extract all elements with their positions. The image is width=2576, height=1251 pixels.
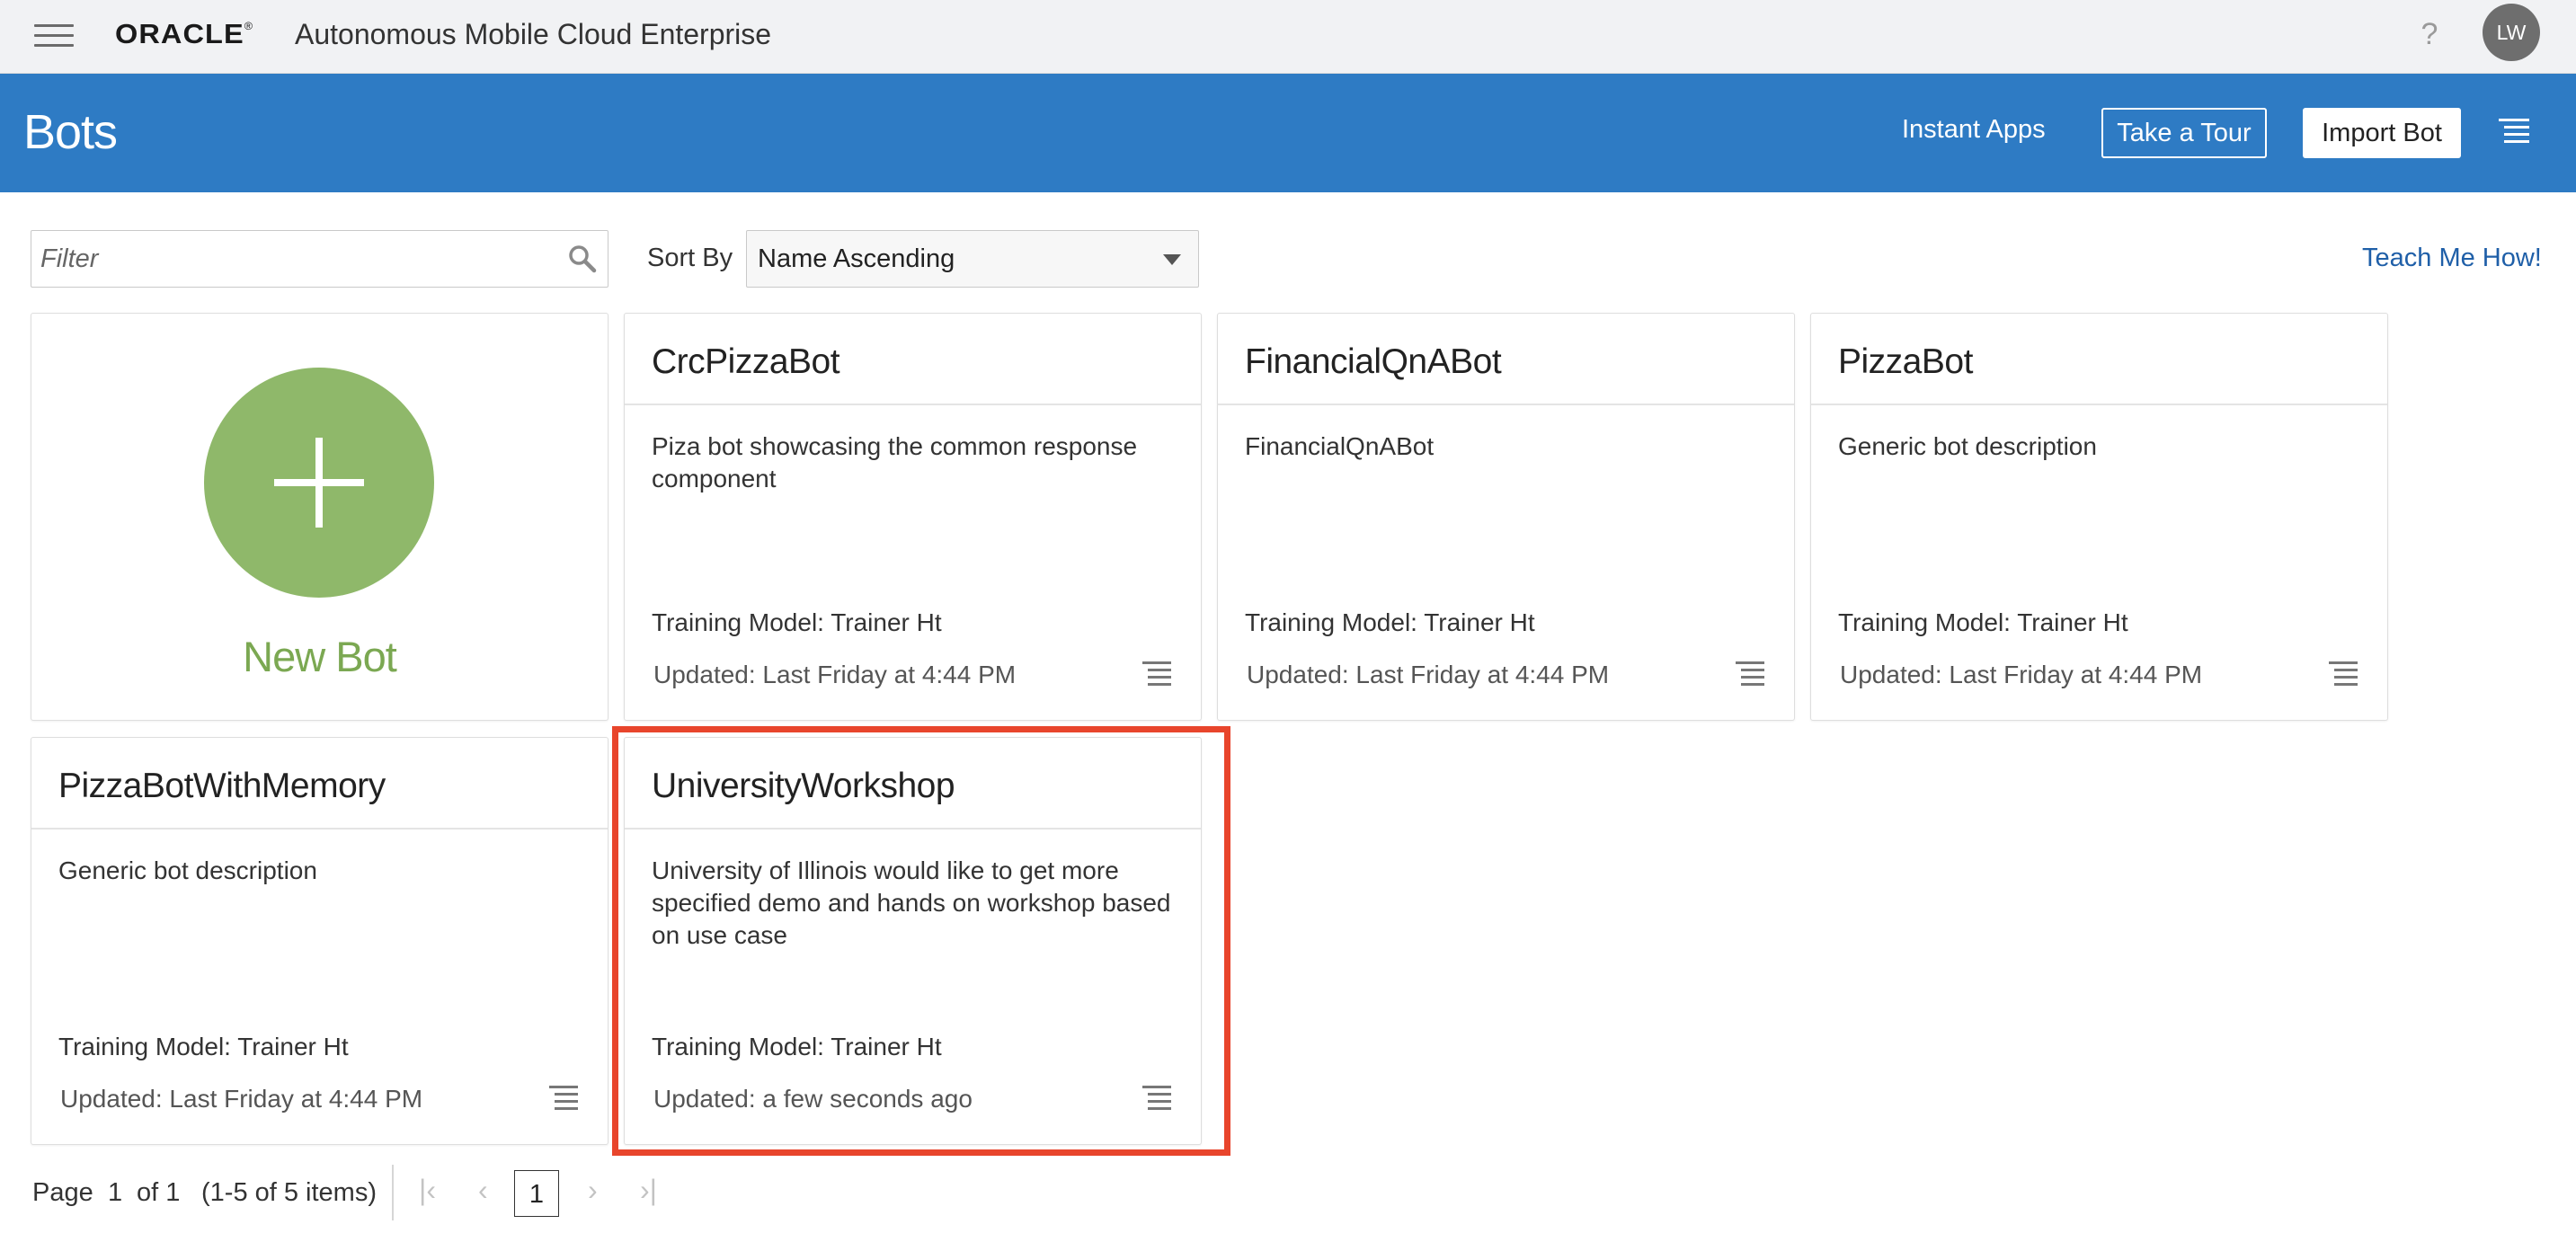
instant-apps-link[interactable]: Instant Apps [1902,115,2046,145]
bot-training-model: Training Model: Trainer Ht [652,608,942,636]
filter-field[interactable] [31,230,608,288]
filter-input[interactable] [40,238,544,279]
card-menu-icon[interactable] [549,1084,582,1113]
page-header: Bots Instant Apps Take a Tour Import Bot [0,74,2576,192]
list-menu-icon[interactable] [2499,117,2535,146]
card-menu-icon[interactable] [1142,660,1175,688]
current-page-button[interactable]: 1 [514,1170,559,1217]
bot-card[interactable]: CrcPizzaBot Piza bot showcasing the comm… [624,313,1202,721]
top-bar: ORACLE® Autonomous Mobile Cloud Enterpri… [0,0,2576,74]
bot-training-model: Training Model: Trainer Ht [1838,608,2128,636]
first-page-icon[interactable]: |‹ [419,1174,436,1207]
pagination-divider [392,1165,394,1220]
card-menu-icon[interactable] [1736,660,1768,688]
new-bot-label: New Bot [243,633,397,680]
card-divider [625,404,1201,405]
search-icon[interactable] [567,244,598,274]
previous-page-icon[interactable]: ‹ [478,1174,488,1207]
last-page-icon[interactable]: ›| [640,1174,657,1207]
pagination-items-summary: (1-5 of 5 items) [201,1178,377,1207]
bot-description: University of Illinois would like to get… [652,856,1171,949]
bot-updated: Updated: Last Friday at 4:44 PM [60,1085,423,1113]
user-avatar[interactable]: LW [2483,4,2540,61]
app-title: Autonomous Mobile Cloud Enterprise [295,18,772,50]
card-menu-icon[interactable] [1142,1084,1175,1113]
bot-name[interactable]: CrcPizzaBot [652,342,840,382]
bot-updated: Updated: a few seconds ago [653,1085,973,1113]
bot-card[interactable]: PizzaBotWithMemory Generic bot descripti… [31,737,608,1145]
bot-name[interactable]: PizzaBot [1838,342,1973,382]
oracle-logo: ORACLE® [115,18,254,49]
next-page-icon[interactable]: › [588,1174,598,1207]
bot-description: FinancialQnABot [1245,432,1435,460]
card-divider [625,828,1201,830]
add-bot-icon[interactable] [204,368,434,598]
new-bot-card[interactable]: New Bot [31,313,608,721]
help-icon[interactable]: ? [2414,14,2445,54]
bot-card[interactable]: UniversityWorkshop University of Illinoi… [624,737,1202,1145]
chevron-down-icon [1163,254,1181,265]
import-bot-button[interactable]: Import Bot [2303,108,2461,158]
teach-me-how-link[interactable]: Teach Me How! [2362,244,2542,273]
page-title: Bots [23,105,118,159]
bot-description: Piza bot showcasing the common response … [652,432,1138,492]
bot-training-model: Training Model: Trainer Ht [652,1033,942,1060]
sort-by-select[interactable]: Name Ascending [746,230,1199,288]
card-divider [31,828,608,830]
bot-card[interactable]: FinancialQnABot FinancialQnABot Training… [1217,313,1795,721]
bot-name[interactable]: FinancialQnABot [1245,342,1502,382]
pagination-of-pages: of 1 [137,1178,181,1207]
bot-card[interactable]: PizzaBot Generic bot description Trainin… [1810,313,2388,721]
bot-name[interactable]: PizzaBotWithMemory [58,767,386,806]
bot-training-model: Training Model: Trainer Ht [58,1033,349,1060]
card-menu-icon[interactable] [2329,660,2361,688]
sort-by-value: Name Ascending [758,244,955,273]
bot-training-model: Training Model: Trainer Ht [1245,608,1535,636]
hamburger-menu-icon[interactable] [34,22,74,49]
pagination-page-number: 1 [108,1178,123,1207]
bot-name[interactable]: UniversityWorkshop [652,767,955,806]
sort-by-label: Sort By [647,244,733,272]
take-a-tour-button[interactable]: Take a Tour [2101,108,2267,158]
card-divider [1218,404,1794,405]
bot-updated: Updated: Last Friday at 4:44 PM [1247,661,1610,688]
bot-updated: Updated: Last Friday at 4:44 PM [653,661,1017,688]
pagination-page-label: Page [32,1178,93,1207]
bot-updated: Updated: Last Friday at 4:44 PM [1840,661,2203,688]
bot-description: Generic bot description [58,856,317,884]
bot-description: Generic bot description [1838,432,2097,460]
card-divider [1811,404,2387,405]
